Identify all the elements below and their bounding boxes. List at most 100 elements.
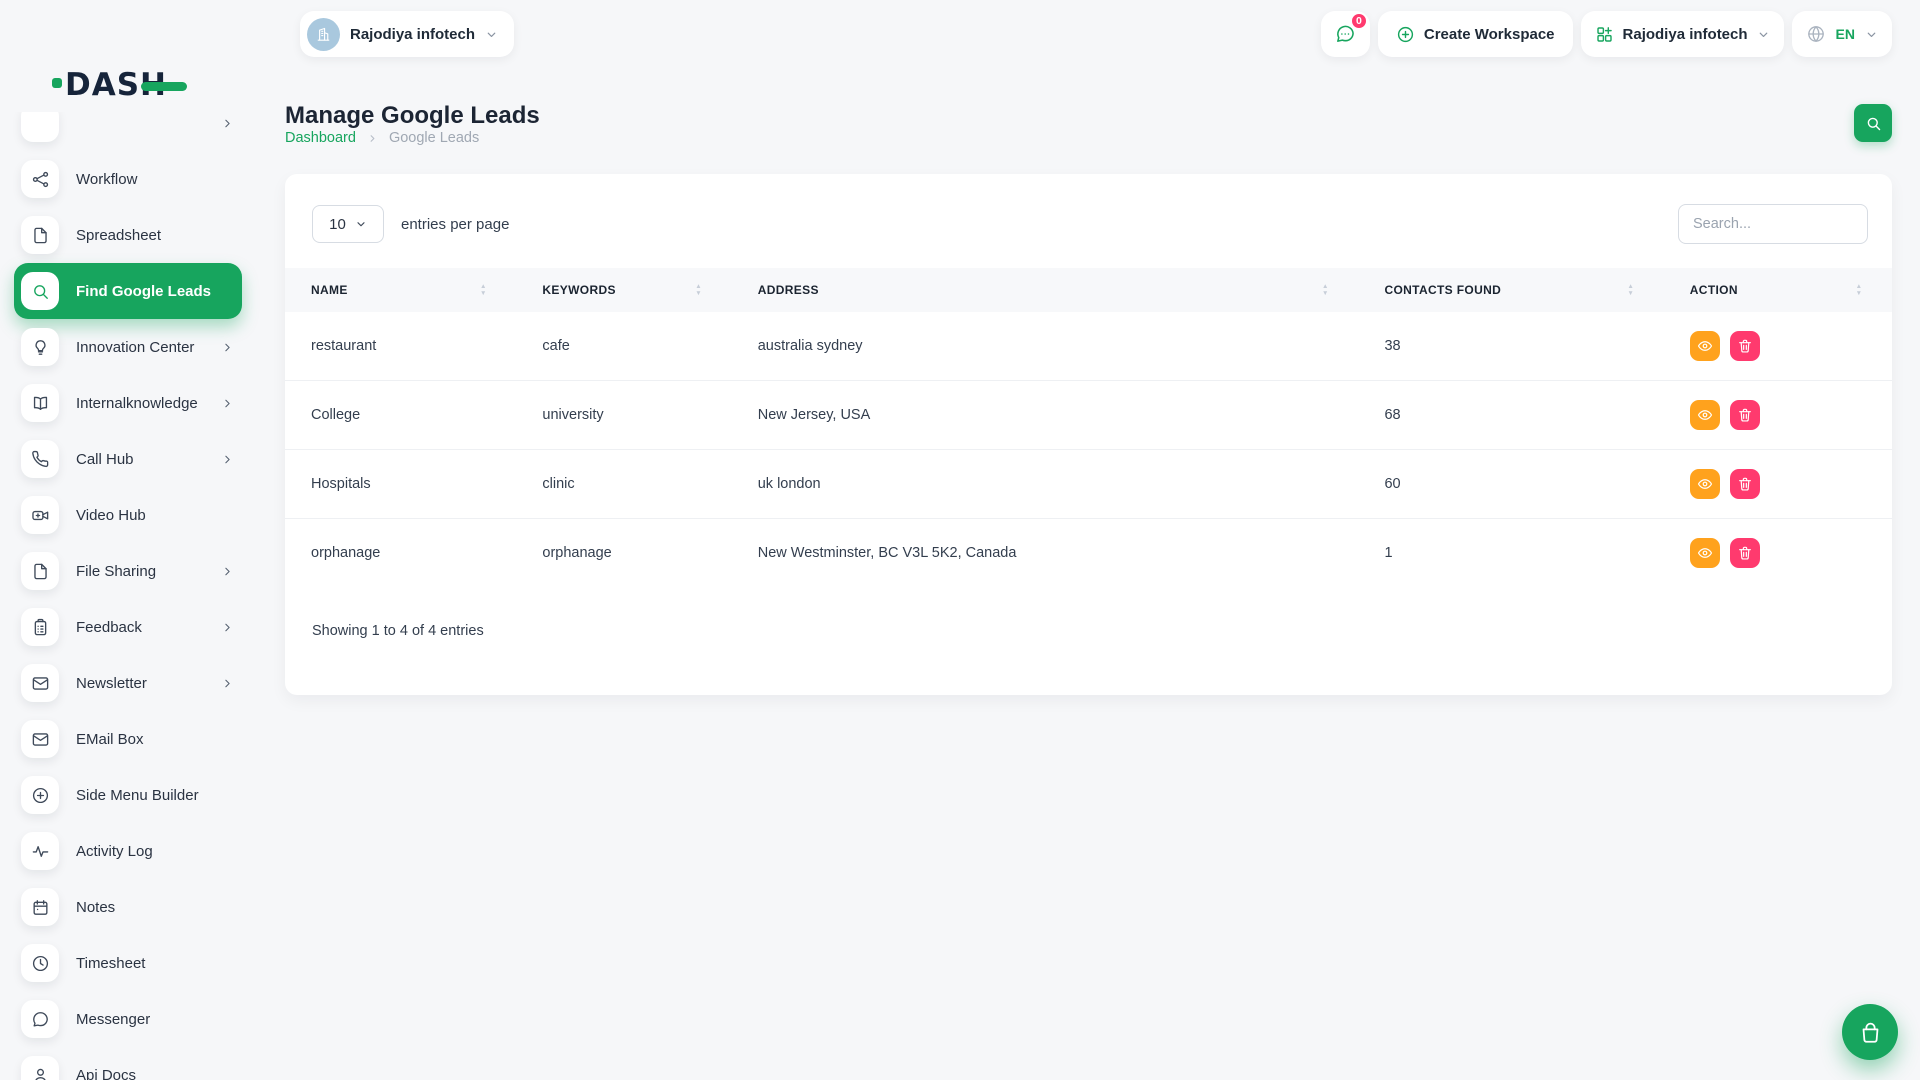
messages-badge: 0 — [1350, 12, 1368, 30]
chevron-right-icon — [221, 341, 234, 354]
row-actions — [1690, 538, 1866, 568]
column-header-keywords[interactable]: KEYWORDS▲▼ — [516, 268, 731, 312]
workspace-dropdown[interactable]: Rajodiya infotech — [1581, 11, 1784, 57]
column-header-action[interactable]: ACTION▲▼ — [1664, 268, 1892, 312]
sidebar-logo-area: DASH — [0, 0, 256, 112]
sidebar-item-workflow[interactable]: Workflow — [14, 151, 242, 207]
table-row: Hospitalsclinicuk london60 — [285, 450, 1892, 519]
chevron-down-icon — [1865, 28, 1878, 41]
purchase-floating-button[interactable] — [1842, 1004, 1898, 1060]
sidebar-item-api-docs[interactable]: Api Docs — [14, 1047, 242, 1080]
sidebar-item-email-box[interactable]: EMail Box — [14, 711, 242, 767]
cell-address: New Westminster, BC V3L 5K2, Canada — [732, 519, 1359, 588]
search-icon — [1865, 115, 1882, 132]
workspace-dropdown-label: Rajodiya infotech — [1623, 26, 1748, 43]
view-lead-button[interactable] — [1690, 400, 1720, 430]
table-row: restaurantcafeaustralia sydney38 — [285, 312, 1892, 381]
sidebar-item-newsletter[interactable]: Newsletter — [14, 655, 242, 711]
column-header-contacts-found[interactable]: CONTACTS FOUND▲▼ — [1358, 268, 1663, 312]
book-icon — [21, 384, 59, 422]
sidebar-item-label: Api Docs — [76, 1067, 136, 1080]
chevron-right-icon — [221, 397, 234, 410]
sidebar-item-label: Innovation Center — [76, 339, 194, 356]
cell-address: New Jersey, USA — [732, 381, 1359, 450]
cell-keywords: university — [516, 381, 731, 450]
table-body: restaurantcafeaustralia sydney38Collegeu… — [285, 312, 1892, 587]
chevron-right-icon — [221, 677, 234, 690]
sidebar-item-spreadsheet[interactable]: Spreadsheet — [14, 207, 242, 263]
sidebar-item-label: Feedback — [76, 619, 142, 636]
entries-per-page-value: 10 — [329, 216, 346, 233]
table-search-input[interactable] — [1678, 204, 1868, 244]
sidebar-item-label: Workflow — [76, 171, 137, 188]
view-lead-button[interactable] — [1690, 469, 1720, 499]
delete-lead-button[interactable] — [1730, 469, 1760, 499]
create-workspace-button[interactable]: Create Workspace — [1378, 11, 1573, 57]
clock-icon — [21, 944, 59, 982]
logo-dot — [52, 78, 62, 88]
delete-lead-button[interactable] — [1730, 538, 1760, 568]
plus-circle-icon — [21, 776, 59, 814]
sidebar-item-file-sharing[interactable]: File Sharing — [14, 543, 242, 599]
column-header-name[interactable]: NAME▲▼ — [285, 268, 516, 312]
leads-table: NAME▲▼KEYWORDS▲▼ADDRESS▲▼CONTACTS FOUND▲… — [285, 268, 1892, 587]
activity-icon — [21, 832, 59, 870]
sidebar-item-label: Internalknowledge — [76, 395, 198, 412]
cell-contacts-found: 38 — [1358, 312, 1663, 381]
sidebar-item-side-menu-builder[interactable]: Side Menu Builder — [14, 767, 242, 823]
create-workspace-label: Create Workspace — [1424, 26, 1555, 43]
topbar-actions: 0 Create Workspace Rajodiya infotech EN — [1321, 11, 1892, 57]
delete-lead-button[interactable] — [1730, 400, 1760, 430]
leads-table-card: 10 entries per page NAME▲▼KEYWORDS▲▼ADDR… — [285, 174, 1892, 695]
sidebar-item-label: Find Google Leads — [76, 283, 211, 300]
language-dropdown[interactable]: EN — [1792, 11, 1892, 57]
view-lead-button[interactable] — [1690, 538, 1720, 568]
row-actions — [1690, 400, 1866, 430]
sidebar-item-call-hub[interactable]: Call Hub — [14, 431, 242, 487]
cell-name: orphanage — [285, 519, 516, 588]
bulb-icon — [21, 328, 59, 366]
sidebar-item-activity-log[interactable]: Activity Log — [14, 823, 242, 879]
sidebar-item-label: EMail Box — [76, 731, 144, 748]
breadcrumb: Dashboard Google Leads — [285, 130, 479, 146]
cell-keywords: orphanage — [516, 519, 731, 588]
sidebar-item-label: Notes — [76, 899, 115, 916]
column-header-address[interactable]: ADDRESS▲▼ — [732, 268, 1359, 312]
view-lead-button[interactable] — [1690, 331, 1720, 361]
sidebar-item-find-google-leads[interactable]: Find Google Leads — [14, 263, 242, 319]
chevron-right-icon — [221, 565, 234, 578]
shopping-bag-icon — [1858, 1020, 1883, 1045]
messages-button[interactable]: 0 — [1321, 11, 1370, 57]
sidebar-item-timesheet[interactable]: Timesheet — [14, 935, 242, 991]
message-icon — [21, 1000, 59, 1038]
sidebar-item-label: Spreadsheet — [76, 227, 161, 244]
sort-icon: ▲▼ — [1856, 284, 1862, 297]
sidebar-item-video-hub[interactable]: Video Hub — [14, 487, 242, 543]
entries-per-page-select[interactable]: 10 — [312, 205, 384, 243]
delete-lead-button[interactable] — [1730, 331, 1760, 361]
sidebar-item-internalknowledge[interactable]: Internalknowledge — [14, 375, 242, 431]
sidebar: DASH Workflow Spreadsheet Find Google Lead… — [0, 0, 256, 1080]
dash-logo[interactable]: DASH — [52, 70, 187, 101]
entries-per-page-label: entries per page — [401, 216, 509, 233]
sidebar-item-label: Call Hub — [76, 451, 134, 468]
topbar: Rajodiya infotech 0 Create Workspace Raj… — [256, 0, 1920, 70]
chevron-down-icon — [485, 28, 498, 41]
cell-contacts-found: 60 — [1358, 450, 1663, 519]
workspace-switcher[interactable]: Rajodiya infotech — [300, 11, 514, 57]
cell-address: uk london — [732, 450, 1359, 519]
sidebar-item-label: Activity Log — [76, 843, 153, 860]
sidebar-item-messenger[interactable]: Messenger — [14, 991, 242, 1047]
page-title: Manage Google Leads — [285, 102, 540, 130]
sidebar-item-notes[interactable]: Notes — [14, 879, 242, 935]
breadcrumb-current: Google Leads — [389, 130, 479, 146]
sidebar-item-label: File Sharing — [76, 563, 156, 580]
sidebar-item-label: Side Menu Builder — [76, 787, 199, 804]
cell-address: australia sydney — [732, 312, 1359, 381]
sidebar-item-innovation-center[interactable]: Innovation Center — [14, 319, 242, 375]
breadcrumb-dashboard-link[interactable]: Dashboard — [285, 130, 356, 146]
sidebar-item-feedback[interactable]: Feedback — [14, 599, 242, 655]
cell-name: restaurant — [285, 312, 516, 381]
sort-icon: ▲▼ — [695, 284, 701, 297]
search-toggle-button[interactable] — [1854, 104, 1892, 142]
